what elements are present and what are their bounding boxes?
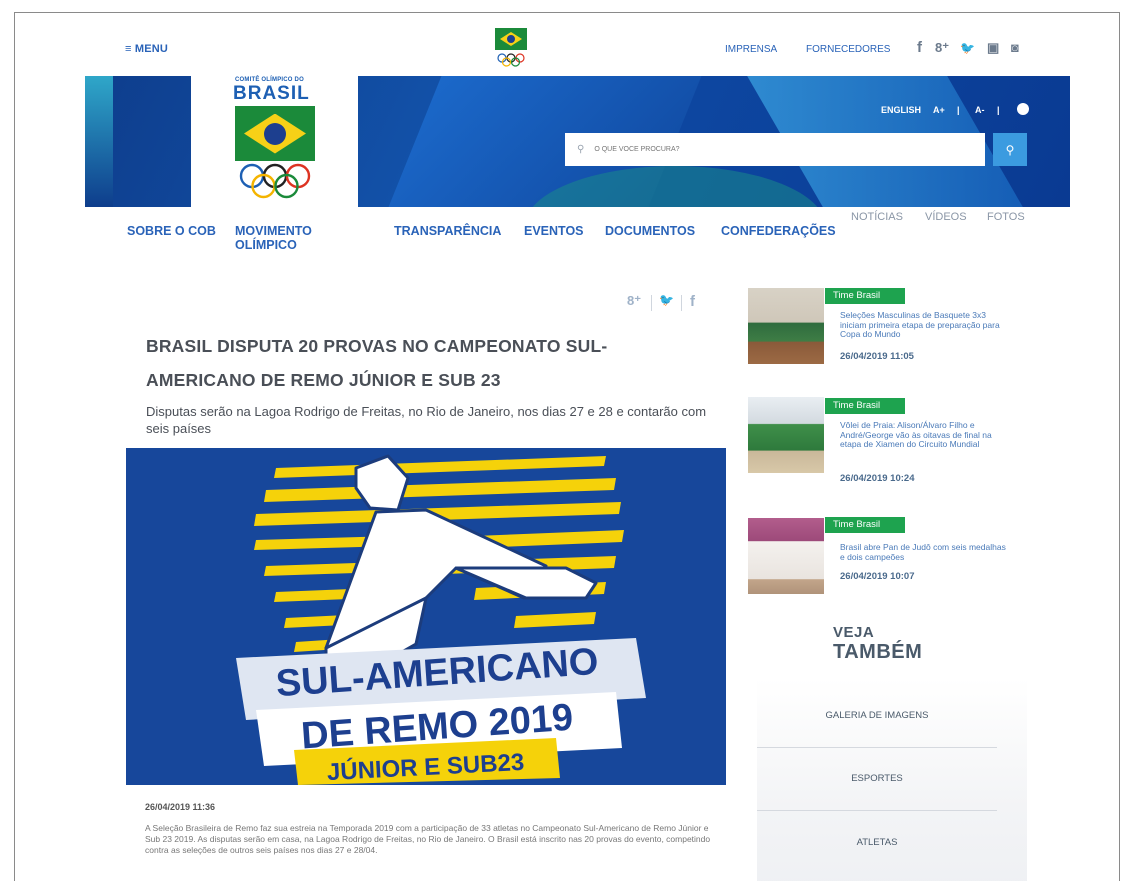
rowing-illustration: SUL-AMERICANO DE REMO 2019 JÚNIOR E SUB2…: [236, 454, 646, 785]
search-box: ⚲: [565, 133, 985, 166]
contrast-icon[interactable]: [1017, 103, 1029, 115]
article-title: BRASIL DISPUTA 20 PROVAS NO CAMPEONATO S…: [146, 336, 608, 390]
search-input[interactable]: [592, 145, 977, 154]
article-subtitle: Disputas serão na Lagoa Rodrigo de Freit…: [146, 404, 707, 436]
news-thumbnail-basketball[interactable]: [748, 288, 824, 364]
news-headline[interactable]: Seleções Masculinas de Basquete 3x3 inic…: [840, 310, 1010, 340]
font-increase-button[interactable]: A+: [933, 105, 945, 115]
news-thumbnail-beach-volleyball[interactable]: [748, 397, 824, 473]
imprensa-link[interactable]: IMPRENSA: [725, 44, 777, 55]
share-google-plus-icon[interactable]: 8⁺: [627, 293, 641, 309]
subnav-fotos[interactable]: FOTOS: [987, 211, 1025, 223]
article-body: A Seleção Brasileira de Remo faz sua est…: [145, 823, 711, 855]
divider: [757, 810, 997, 811]
news-date: 26/04/2019 10:07: [840, 571, 915, 582]
subnav-videos[interactable]: VÍDEOS: [925, 211, 967, 223]
related-link-esportes[interactable]: ESPORTES: [757, 773, 997, 784]
facebook-icon[interactable]: f: [917, 39, 922, 57]
news-tag[interactable]: Time Brasil: [825, 398, 905, 414]
brazil-flag-icon: [495, 28, 527, 50]
twitter-icon[interactable]: 🐦: [960, 39, 975, 57]
search-button[interactable]: ⚲: [993, 133, 1027, 166]
nav-eventos[interactable]: EVENTOS: [524, 224, 584, 238]
subnav-noticias[interactable]: NOTÍCIAS: [851, 211, 903, 223]
search-icon: ⚲: [1005, 142, 1015, 157]
related-link-galeria[interactable]: GALERIA DE IMAGENS: [757, 710, 997, 721]
nav-documentos[interactable]: DOCUMENTOS: [605, 224, 695, 238]
related-heading-top: VEJA: [833, 624, 875, 641]
divider: [681, 295, 682, 311]
nav-transparencia[interactable]: TRANSPARÊNCIA: [394, 224, 501, 238]
news-date: 26/04/2019 10:24: [840, 473, 915, 484]
logo-olympic-rings-icon: [239, 163, 311, 199]
instagram-icon[interactable]: ◙: [1011, 39, 1019, 57]
related-link-atletas[interactable]: ATLETAS: [757, 837, 997, 848]
english-link[interactable]: ENGLISH: [881, 105, 921, 115]
divider: [757, 747, 997, 748]
share-twitter-icon[interactable]: 🐦: [659, 293, 674, 307]
google-plus-icon[interactable]: 8⁺: [935, 39, 949, 57]
logo-flag-icon: [235, 106, 315, 161]
news-tag[interactable]: Time Brasil: [825, 517, 905, 533]
search-icon: ⚲: [577, 144, 585, 155]
browser-page: ≡ MENU IMPRENSA FORNECEDORES f 8⁺ 🐦 ▣ ◙ …: [14, 12, 1120, 881]
fornecedores-link[interactable]: FORNECEDORES: [806, 44, 890, 55]
nav-confederacoes[interactable]: CONFEDERAÇÕES: [721, 224, 836, 238]
divider: [651, 295, 652, 311]
nav-movimento-olimpico[interactable]: MOVIMENTO OLÍMPICO: [235, 224, 325, 252]
article-hero-image[interactable]: SUL-AMERICANO DE REMO 2019 JÚNIOR E SUB2…: [126, 448, 726, 785]
menu-button[interactable]: ≡ MENU: [125, 43, 168, 55]
share-facebook-icon[interactable]: f: [690, 293, 695, 310]
logo-brand: BRASIL: [233, 83, 310, 104]
olympic-rings-icon: [497, 53, 525, 67]
news-tag[interactable]: Time Brasil: [825, 288, 905, 304]
nav-sobre-o-cob[interactable]: SOBRE O COB: [127, 224, 216, 238]
related-heading-bottom: TAMBÉM: [833, 641, 923, 663]
article-date: 26/04/2019 11:36: [145, 802, 216, 812]
youtube-icon[interactable]: ▣: [987, 39, 999, 57]
news-date: 26/04/2019 11:05: [840, 351, 914, 362]
divider: |: [997, 105, 1000, 115]
news-headline[interactable]: Vôlei de Praia: Alison/Álvaro Filho e An…: [840, 420, 1010, 450]
divider: |: [957, 105, 960, 115]
news-headline[interactable]: Brasil abre Pan de Judô com seis medalha…: [840, 542, 1010, 562]
news-thumbnail-judo[interactable]: [748, 518, 824, 594]
font-decrease-button[interactable]: A-: [975, 105, 985, 115]
